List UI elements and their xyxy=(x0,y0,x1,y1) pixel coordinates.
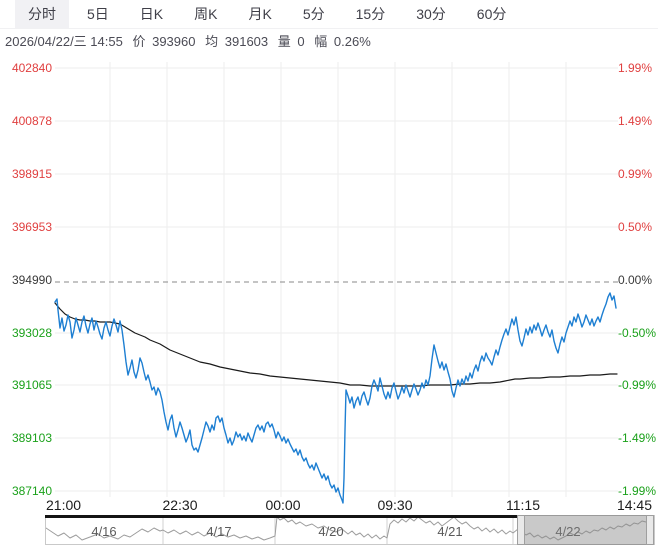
y-axis-pct-neg099: -0.99% xyxy=(618,378,658,392)
intraday-chart[interactable] xyxy=(0,0,658,546)
y-axis-pct-pos050: 0.50% xyxy=(618,220,658,234)
x-axis-2100: 21:00 xyxy=(46,498,98,513)
navigator-selection-window[interactable] xyxy=(518,515,653,545)
navigator-left-drag-handle[interactable] xyxy=(517,515,525,545)
y-axis-price-387140: 387140 xyxy=(8,484,52,498)
y-axis-pct-neg050: -0.50% xyxy=(618,326,658,340)
y-axis-pct-pos149: 1.49% xyxy=(618,114,658,128)
x-axis-0930: 09:30 xyxy=(369,498,421,513)
y-axis-pct-neg149: -1.49% xyxy=(618,431,658,445)
x-axis-1115: 11:15 xyxy=(497,498,549,513)
navigator-loaded-range-bar xyxy=(45,515,518,518)
trading-app-window: 分时 5日 日K 周K 月K 5分 15分 30分 60分 2026/04/22… xyxy=(0,0,658,546)
nav-date-0417[interactable]: 4/17 xyxy=(193,524,245,539)
y-axis-pct-zero: 0.00% xyxy=(618,273,658,287)
nav-date-0420[interactable]: 4/20 xyxy=(305,524,357,539)
y-axis-price-391065: 391065 xyxy=(8,378,52,392)
x-axis-1445: 14:45 xyxy=(600,498,652,513)
y-axis-pct-neg199: -1.99% xyxy=(618,484,658,498)
y-axis-price-398915: 398915 xyxy=(8,167,52,181)
x-axis-2230: 22:30 xyxy=(154,498,206,513)
y-axis-price-400878: 400878 xyxy=(8,114,52,128)
nav-date-0416[interactable]: 4/16 xyxy=(78,524,130,539)
navigator-right-drag-handle[interactable] xyxy=(646,515,654,545)
y-axis-pct-pos199: 1.99% xyxy=(618,61,658,75)
y-axis-price-prevclose: 394990 xyxy=(8,273,52,287)
x-axis-0000: 00:00 xyxy=(257,498,309,513)
nav-date-0421[interactable]: 4/21 xyxy=(424,524,476,539)
y-axis-price-393028: 393028 xyxy=(8,326,52,340)
y-axis-price-389103: 389103 xyxy=(8,431,52,445)
y-axis-price-402840: 402840 xyxy=(8,61,52,75)
y-axis-price-396953: 396953 xyxy=(8,220,52,234)
y-axis-pct-pos099: 0.99% xyxy=(618,167,658,181)
